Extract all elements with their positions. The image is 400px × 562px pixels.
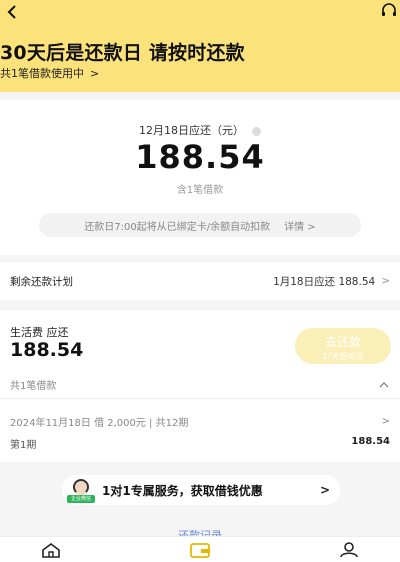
tab-home[interactable] xyxy=(40,541,62,559)
loan-detail-row[interactable]: 2024年11月18日 借 2,000元 | 共12期 > xyxy=(10,414,390,429)
header-banner: 30天后是还款日 请按时还款 共1笔借款使用中 > xyxy=(0,0,400,92)
back-button[interactable] xyxy=(2,2,24,22)
chevron-right-icon: > xyxy=(381,275,390,287)
loan-info: 2024年11月18日 借 2,000元 | 共12期 xyxy=(10,418,189,429)
info-icon[interactable] xyxy=(252,126,261,136)
chevron-right-icon: > xyxy=(90,66,100,80)
period-amount: 188.54 xyxy=(351,436,390,447)
wecom-badge: 企业微信 xyxy=(67,495,95,503)
tab-profile[interactable] xyxy=(338,541,360,559)
repay-button[interactable]: 去还款 27天后可还 xyxy=(295,328,391,364)
promo-text: 1对1专属服务，获取借钱优惠 xyxy=(102,483,263,498)
details-link[interactable]: 详情 > xyxy=(284,218,316,233)
loans-label: 共1笔借款 xyxy=(10,381,57,392)
avatar-face xyxy=(73,479,89,495)
repayment-plan-row[interactable]: 剩余还款计划 1月18日应还 188.54 > xyxy=(0,262,400,300)
chevron-up-icon xyxy=(379,381,389,387)
auto-debit-text: 还款日7:00起将从已绑定卡/余额自动扣款 xyxy=(84,221,271,233)
avatar: 企业微信 xyxy=(67,477,95,503)
plan-label: 剩余还款计划 xyxy=(10,275,73,288)
repay-hint: 27天后可还 xyxy=(322,352,364,361)
home-icon xyxy=(42,543,60,558)
divider xyxy=(0,398,400,399)
due-date-label: 12月18日应还（元） xyxy=(0,122,400,138)
living-fee-amount: 188.54 xyxy=(10,339,84,361)
wallet-icon xyxy=(190,543,210,558)
page-title: 30天后是还款日 请按时还款 xyxy=(0,42,245,64)
auto-debit-notice[interactable]: 还款日7:00起将从已绑定卡/余额自动扣款 详情 > xyxy=(39,213,361,237)
period-label: 第1期 xyxy=(10,440,37,451)
bottom-tab-bar xyxy=(0,536,400,562)
active-loans-link[interactable]: 共1笔借款使用中 > xyxy=(0,65,99,81)
chevron-right-icon: > xyxy=(319,483,330,497)
loans-toggle[interactable]: 共1笔借款 xyxy=(10,377,390,392)
due-date-text: 12月18日应还（元） xyxy=(139,124,244,137)
active-loans-label: 共1笔借款使用中 xyxy=(0,67,84,80)
living-fee-title: 生活费 应还 xyxy=(10,326,69,339)
living-fee-card: 生活费 应还 188.54 去还款 27天后可还 共1笔借款 2024年11月1… xyxy=(0,310,400,462)
plan-value-group: 1月18日应还 188.54 > xyxy=(273,274,390,289)
repay-button-label: 去还款 xyxy=(324,335,361,349)
headset-icon xyxy=(382,3,396,16)
chevron-right-icon: > xyxy=(381,416,390,427)
tab-wallet[interactable] xyxy=(189,541,211,559)
due-amount: 188.54 xyxy=(135,138,265,176)
loan-count: 含1笔借款 xyxy=(176,185,224,196)
chevron-left-icon xyxy=(7,5,16,19)
period-row: 第1期 188.54 xyxy=(10,436,390,451)
vip-service-banner[interactable]: 企业微信 1对1专属服务，获取借钱优惠 > xyxy=(62,475,340,505)
user-icon xyxy=(340,542,358,558)
customer-service-button[interactable] xyxy=(380,2,398,20)
plan-value: 1月18日应还 188.54 xyxy=(273,275,376,288)
due-summary-card: 12月18日应还（元） 188.54 含1笔借款 还款日7:00起将从已绑定卡/… xyxy=(0,100,400,255)
